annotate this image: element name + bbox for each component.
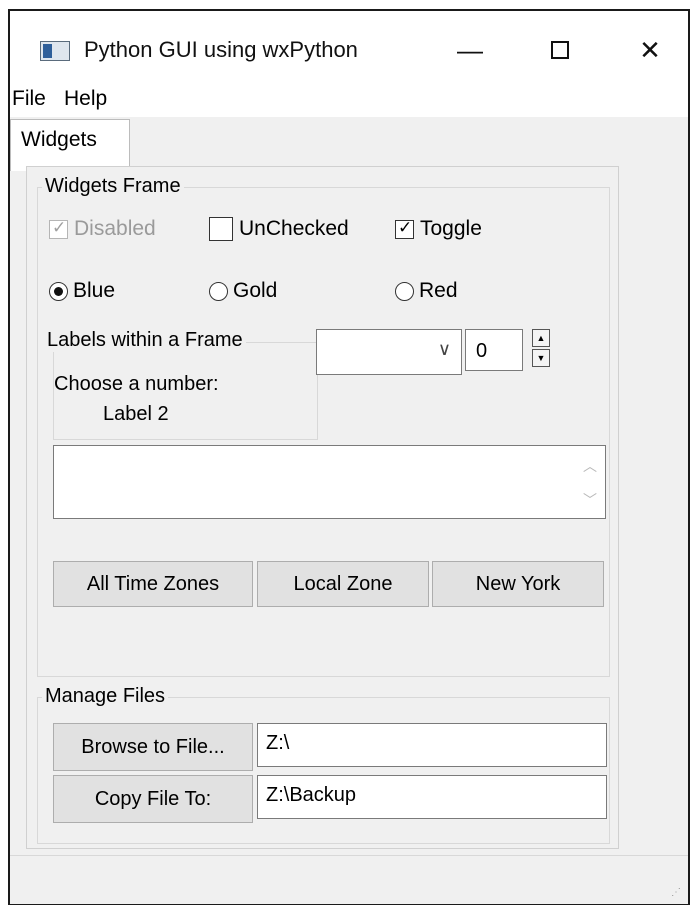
manage-files-label: Manage Files [42,685,169,708]
minimize-icon: — [457,34,483,65]
scroll-down-icon[interactable]: ﹀ [583,490,597,510]
status-bar: ⋰ [10,855,688,904]
new-york-button[interactable]: New York [432,561,604,607]
toggle-checkbox-label: Toggle [420,217,482,240]
checkbox-box: ✓ [395,217,414,239]
radio-dot [395,281,414,301]
spin-up-button[interactable]: ▲ [532,329,550,347]
unchecked-checkbox-label: UnChecked [239,217,349,240]
resize-grip-icon[interactable]: ⋰ [671,887,682,898]
app-window: Python GUI using wxPython — ✕ File Help … [8,9,690,905]
checkbox-box: ✓ [49,217,68,239]
browse-path-field[interactable]: Z:\ [257,723,607,767]
browse-to-file-button[interactable]: Browse to File... [53,723,253,771]
radio-red-label: Red [419,279,458,302]
title-bar: Python GUI using wxPython — ✕ [10,11,688,81]
close-button[interactable]: ✕ [620,27,680,73]
radio-blue[interactable]: Blue [49,279,115,303]
menu-help[interactable]: Help [64,87,107,111]
spin-control-field[interactable]: 0 [465,329,523,371]
labels-frame-label: Labels within a Frame [44,329,246,352]
radio-gold[interactable]: Gold [209,279,277,303]
check-icon: ✓ [398,217,413,237]
all-time-zones-button[interactable]: All Time Zones [53,561,253,607]
check-icon: ✓ [52,217,67,237]
unchecked-checkbox[interactable]: UnChecked [209,217,349,241]
choose-number-label: Choose a number: [54,373,219,395]
spin-buttons: ▲ ▼ [532,329,552,369]
radio-gold-label: Gold [233,279,278,302]
radio-blue-label: Blue [73,279,116,302]
tab-strip: Widgets [10,117,688,171]
close-icon: ✕ [639,34,661,65]
chevron-down-icon: ∨ [437,339,451,359]
disabled-checkbox-label: Disabled [74,217,156,240]
number-combobox[interactable]: ∨ [316,329,462,375]
menu-bar: File Help [10,81,688,117]
disabled-checkbox[interactable]: ✓ Disabled [49,217,156,241]
maximize-icon [551,41,569,59]
menu-file[interactable]: File [12,87,46,111]
spin-down-button[interactable]: ▼ [532,349,550,367]
window-title: Python GUI using wxPython [84,37,358,62]
widgets-frame-label: Widgets Frame [42,175,184,198]
scroll-up-icon[interactable]: ︿ [583,456,597,476]
radio-dot [49,281,68,301]
radio-dot [209,281,228,301]
tab-widgets[interactable]: Widgets [10,119,130,171]
radio-red[interactable]: Red [395,279,458,303]
copy-file-to-button[interactable]: Copy File To: [53,775,253,823]
label-2: Label 2 [103,403,169,425]
maximize-button[interactable] [530,27,590,73]
minimize-button[interactable]: — [440,27,500,73]
app-icon [40,41,70,61]
toggle-checkbox[interactable]: ✓ Toggle [395,217,482,241]
checkbox-box [209,217,233,241]
local-zone-button[interactable]: Local Zone [257,561,429,607]
tab-panel: Widgets Frame ✓ Disabled UnChecked ✓ Tog… [26,166,619,849]
multiline-text-area[interactable]: ︿ ﹀ [53,445,606,519]
copy-destination-field[interactable]: Z:\Backup [257,775,607,819]
